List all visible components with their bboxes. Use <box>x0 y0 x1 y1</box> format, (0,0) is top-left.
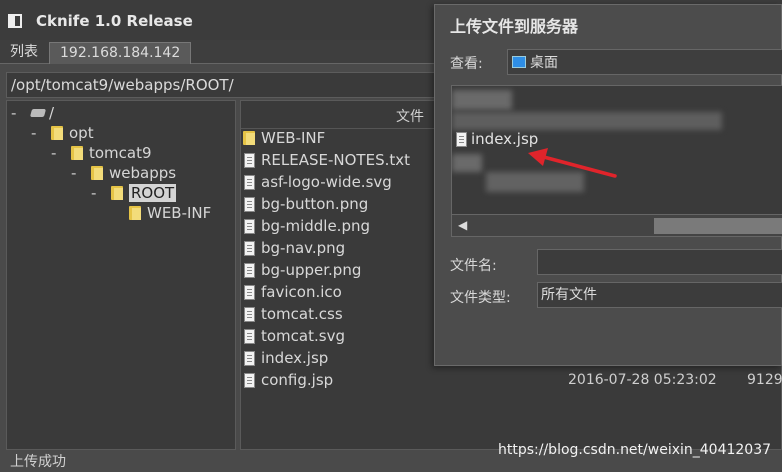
look-in-label: 查看: <box>450 56 483 72</box>
folder-icon <box>129 206 141 220</box>
filename-input[interactable] <box>537 249 782 275</box>
drive-icon <box>29 109 47 117</box>
blurred-item <box>486 172 584 192</box>
file-name: config.jsp <box>261 371 334 389</box>
browser-file-index-jsp[interactable]: index.jsp <box>456 130 538 148</box>
tree-item-opt[interactable]: - opt <box>31 123 94 143</box>
tree-item-root-folder[interactable]: - ROOT <box>91 183 177 203</box>
blurred-item <box>452 112 722 130</box>
filetype-select[interactable]: 所有文件 <box>537 282 782 308</box>
folder-icon <box>51 126 63 140</box>
file-browser[interactable]: index.jsp ◀ <box>451 85 782 237</box>
look-in-value: 桌面 <box>530 55 558 71</box>
tree-item-label: WEB-INF <box>147 204 212 222</box>
file-name: tomcat.css <box>261 305 343 323</box>
file-name: tomcat.svg <box>261 327 345 345</box>
tree-item-label: / <box>49 104 55 122</box>
scroll-left-icon[interactable]: ◀ <box>458 218 467 232</box>
scrollbar-thumb[interactable] <box>654 218 782 234</box>
file-name: RELEASE-NOTES.txt <box>261 151 411 169</box>
app-icon <box>8 14 22 28</box>
look-in-select[interactable]: 桌面 <box>507 49 782 75</box>
tab-list[interactable]: 列表 <box>4 42 44 64</box>
horizontal-scrollbar[interactable]: ◀ <box>452 214 782 236</box>
file-icon <box>244 350 255 366</box>
tree-branch-icon: - <box>11 104 17 122</box>
file-icon <box>244 218 255 234</box>
blurred-item <box>452 154 482 172</box>
file-size: 9129 <box>747 372 782 388</box>
desktop-icon <box>512 56 526 68</box>
file-name: bg-nav.png <box>261 239 346 257</box>
column-header-file[interactable]: 文件 <box>396 106 424 126</box>
dialog-title: 上传文件到服务器 <box>450 17 579 36</box>
file-icon <box>244 240 255 256</box>
file-name: bg-middle.png <box>261 217 370 235</box>
upload-dialog: 上传文件到服务器 查看: 桌面 index.jsp ◀ 文件名: 文件类型: 所… <box>434 4 782 366</box>
file-name: asf-logo-wide.svg <box>261 173 392 191</box>
tab-host[interactable]: 192.168.184.142 <box>49 42 192 64</box>
file-row[interactable]: config.jsp 2016-07-28 05:23:02 9129 <box>241 369 782 391</box>
file-name: index.jsp <box>261 349 329 367</box>
tree-item-label: tomcat9 <box>89 144 152 162</box>
folder-icon <box>111 186 123 200</box>
file-name: favicon.ico <box>261 283 342 301</box>
tree-item-label: opt <box>69 124 94 142</box>
tree-item-label: webapps <box>109 164 177 182</box>
blurred-item <box>452 90 512 110</box>
file-name: bg-button.png <box>261 195 369 213</box>
directory-tree[interactable]: - / - opt - tomcat9 - webapps - ROOT WEB… <box>6 100 236 450</box>
tree-item-webapps[interactable]: - webapps <box>71 163 176 183</box>
file-name: WEB-INF <box>261 129 326 147</box>
file-icon <box>244 328 255 344</box>
watermark: https://blog.csdn.net/weixin_40412037 <box>498 442 772 458</box>
file-name: bg-upper.png <box>261 261 362 279</box>
file-icon <box>244 152 255 168</box>
folder-icon <box>243 131 255 145</box>
tree-branch-icon: - <box>91 184 97 202</box>
app-title: Cknife 1.0 Release <box>36 12 193 30</box>
file-icon <box>456 131 467 147</box>
file-icon <box>244 284 255 300</box>
folder-icon <box>91 166 103 180</box>
filename-label: 文件名: <box>450 258 497 274</box>
tree-branch-icon: - <box>51 144 57 162</box>
tree-item-web-inf[interactable]: WEB-INF <box>129 203 211 223</box>
tree-item-tomcat9[interactable]: - tomcat9 <box>51 143 152 163</box>
file-date: 2016-07-28 05:23:02 <box>568 372 717 388</box>
file-icon <box>244 372 255 388</box>
tree-item-label: ROOT <box>129 184 177 202</box>
tree-item-root[interactable]: - / <box>11 103 54 123</box>
file-icon <box>244 306 255 322</box>
tree-branch-icon: - <box>31 124 37 142</box>
tree-branch-icon: - <box>71 164 77 182</box>
browser-file-label: index.jsp <box>471 130 539 148</box>
filetype-label: 文件类型: <box>450 290 511 306</box>
file-icon <box>244 174 255 190</box>
file-icon <box>244 196 255 212</box>
file-icon <box>244 262 255 278</box>
folder-icon <box>71 146 83 160</box>
